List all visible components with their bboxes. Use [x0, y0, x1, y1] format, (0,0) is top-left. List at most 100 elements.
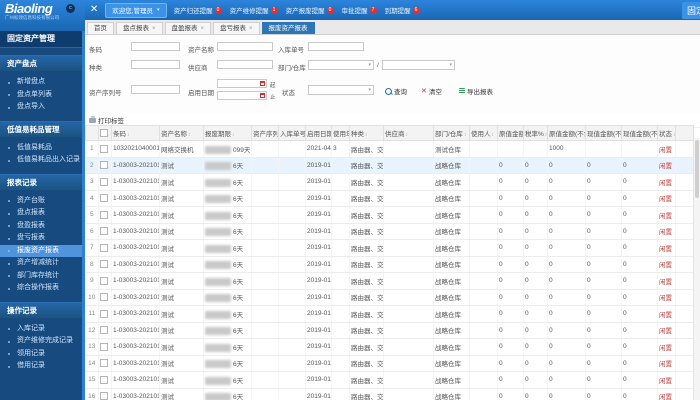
sidebar-item[interactable]: 综合操作报表: [0, 282, 85, 295]
row-checkbox[interactable]: [100, 260, 108, 269]
sidebar-item[interactable]: 资产维修完成记录: [0, 335, 85, 348]
select-all-checkbox[interactable]: [100, 129, 108, 137]
column-header[interactable]: 报废期限↕: [203, 125, 252, 141]
print-label-button[interactable]: 打印标签: [89, 115, 124, 125]
sidebar-item[interactable]: 盘盈报表: [0, 220, 85, 233]
date-to-input[interactable]: [217, 91, 267, 100]
export-report-button[interactable]: 导出报表: [459, 86, 493, 96]
header-menu-item[interactable]: 到期提醒 6: [385, 5, 420, 15]
table-row[interactable]: 7 1-03003-20210128-测试 6天 2019-01-01 路由器、交换 战略…: [85, 239, 694, 257]
sidebar-item[interactable]: 报废资产报表: [0, 244, 85, 257]
welcome-user-dropdown[interactable]: 欢迎您,管理员 ▾: [105, 2, 167, 18]
sidebar-scrollbar[interactable]: [82, 31, 85, 400]
row-checkbox[interactable]: [100, 161, 108, 170]
column-header[interactable]: 种类↕: [349, 125, 384, 141]
table-row[interactable]: 8 1-03003-20210128-测试 6天 2019-01-01 路由器、交换 战略…: [85, 256, 694, 273]
row-checkbox[interactable]: [100, 177, 108, 186]
barcode-input[interactable]: [131, 42, 180, 51]
sidebar-section-header[interactable]: 操作记录: [0, 301, 85, 318]
serial-input[interactable]: [131, 85, 180, 94]
dept-select[interactable]: ▾: [308, 60, 374, 70]
table-row[interactable]: 11 1-03003-20210128-测试 6天 2019-01-01 路由器、交换 战…: [85, 305, 694, 323]
sidebar-item[interactable]: 资产增减统计: [0, 257, 85, 270]
tab-item[interactable]: 盘点报表 ×: [116, 22, 163, 34]
sidebar-item[interactable]: 盘亏报表: [0, 232, 85, 245]
row-checkbox[interactable]: [100, 392, 108, 400]
column-header[interactable]: 入库单号↕: [278, 125, 306, 141]
sidebar-item[interactable]: 低值易耗品: [0, 142, 85, 155]
sidebar-item[interactable]: 入库记录: [0, 323, 85, 336]
header-menu-item[interactable]: 资产报废提醒 0: [286, 5, 334, 15]
date-from-input[interactable]: [217, 79, 267, 88]
table-row[interactable]: 10 1-03003-20210128-测试 6天 2019-01-01 路由器、交换 战…: [85, 289, 694, 306]
asset-name-input[interactable]: [217, 42, 273, 51]
close-window-icon[interactable]: ✕: [90, 5, 98, 15]
column-header[interactable]: 供应商↕: [383, 125, 434, 141]
order-no-input[interactable]: [308, 42, 364, 51]
column-header[interactable]: 使用人↕: [469, 125, 498, 141]
sidebar-section-header[interactable]: 低值易耗品管理: [0, 120, 85, 137]
warehouse-select[interactable]: ▾: [382, 60, 455, 70]
supplier-input[interactable]: [217, 60, 273, 69]
column-header[interactable]: 状态↕: [657, 125, 676, 141]
tab-item[interactable]: 盘盈报表 ×: [164, 22, 212, 34]
row-checkbox[interactable]: [100, 144, 108, 153]
tab-item[interactable]: 首页: [87, 22, 114, 34]
row-checkbox[interactable]: [100, 276, 108, 285]
table-row[interactable]: 13 1-03003-20210128-测试 6天 2019-01-01 路由器、交换 战…: [85, 338, 694, 356]
row-checkbox[interactable]: [100, 243, 108, 252]
tab-item[interactable]: 盘亏报表 ×: [213, 22, 260, 34]
row-checkbox[interactable]: [100, 194, 108, 203]
sidebar-item[interactable]: 领用记录: [0, 348, 85, 361]
row-checkbox[interactable]: [100, 375, 108, 384]
column-header[interactable]: 资产名称↕: [159, 125, 204, 141]
sidebar-item[interactable]: 部门库存统计: [0, 270, 85, 283]
column-header[interactable]: 资产序列号↕: [251, 125, 279, 141]
sidebar-item[interactable]: 盘点单列表: [0, 89, 85, 102]
column-header[interactable]: 现值金额(不含税↕: [585, 125, 622, 141]
sidebar-item[interactable]: 借用记录: [0, 360, 85, 373]
tab-close-icon[interactable]: ×: [201, 26, 205, 32]
calendar-icon[interactable]: [260, 93, 265, 98]
row-checkbox[interactable]: [100, 293, 108, 302]
tab-close-icon[interactable]: ×: [152, 26, 156, 32]
sidebar-item[interactable]: 资产台账: [0, 195, 85, 208]
row-checkbox[interactable]: [100, 309, 108, 318]
sidebar-item[interactable]: 盘点导入: [0, 101, 85, 114]
table-row[interactable]: 2 1-03003-20210128-测试 6天 2019-01-01 路由器、交换 战略…: [85, 157, 694, 174]
table-row[interactable]: 3 1-03003-20210128-测试 6天 2019-01-01 路由器、交换 战略…: [85, 173, 694, 191]
calendar-icon[interactable]: [260, 81, 265, 86]
row-checkbox[interactable]: [100, 326, 108, 335]
column-header[interactable]: 使用年限↕: [331, 125, 350, 141]
header-menu-item[interactable]: 审批提醒 7: [342, 5, 377, 15]
table-scrollbar[interactable]: [693, 138, 700, 400]
column-header[interactable]: 部门/仓库↕: [433, 125, 470, 141]
tab-active[interactable]: 报废资产报表: [261, 22, 315, 34]
clear-button[interactable]: ✕ 清空: [421, 86, 442, 96]
sidebar-item[interactable]: 新增盘点: [0, 76, 85, 89]
sidebar-item[interactable]: 盘点报表: [0, 207, 85, 220]
header-menu-item[interactable]: 资产归还提醒 0: [174, 5, 222, 15]
tab-close-icon[interactable]: ×: [249, 26, 253, 32]
column-header[interactable]: 条码↕: [111, 125, 160, 141]
column-header[interactable]: 税率%↕: [523, 125, 548, 141]
row-checkbox[interactable]: [100, 359, 108, 368]
table-row[interactable]: 5 1-03003-20210128-测试 6天 2019-01-01 路由器、交换 战略…: [85, 206, 694, 224]
table-row[interactable]: 15 1-03003-20210128-测试 6天 2019-01-01 路由器、交换 战…: [85, 371, 694, 389]
table-row[interactable]: 16 1-03003-20210128-测试 6天 2019-01-01 路由器、交换 战…: [85, 388, 694, 400]
search-button[interactable]: 查询: [385, 86, 407, 96]
row-checkbox[interactable]: [100, 210, 108, 219]
table-row[interactable]: 1 10320210400013网络交换机 099天 2021-04-013路由器、交…: [85, 140, 694, 158]
column-header[interactable]: 启用日期↕: [305, 125, 332, 141]
sidebar-item[interactable]: 低值易耗品出入记录: [0, 154, 85, 167]
sidebar-section-header[interactable]: 资产盘点: [0, 55, 85, 71]
header-menu-item[interactable]: 资产维修提醒 1: [230, 5, 278, 15]
column-header[interactable]: 原值金额(含↕: [497, 125, 524, 141]
column-header[interactable]: 现值金额(不含税↕: [621, 125, 658, 141]
table-row[interactable]: 14 1-03003-20210128-测试 6天 2019-01-01 路由器、交换 战…: [85, 355, 694, 372]
table-row[interactable]: 9 1-03003-20210128-测试 6天 2019-01-01 路由器、交换 战略…: [85, 272, 694, 290]
row-checkbox[interactable]: [100, 342, 108, 351]
sidebar-section-header[interactable]: 报表记录: [0, 173, 85, 190]
kind-input[interactable]: [131, 60, 180, 69]
table-scrollbar-thumb[interactable]: [695, 140, 699, 198]
